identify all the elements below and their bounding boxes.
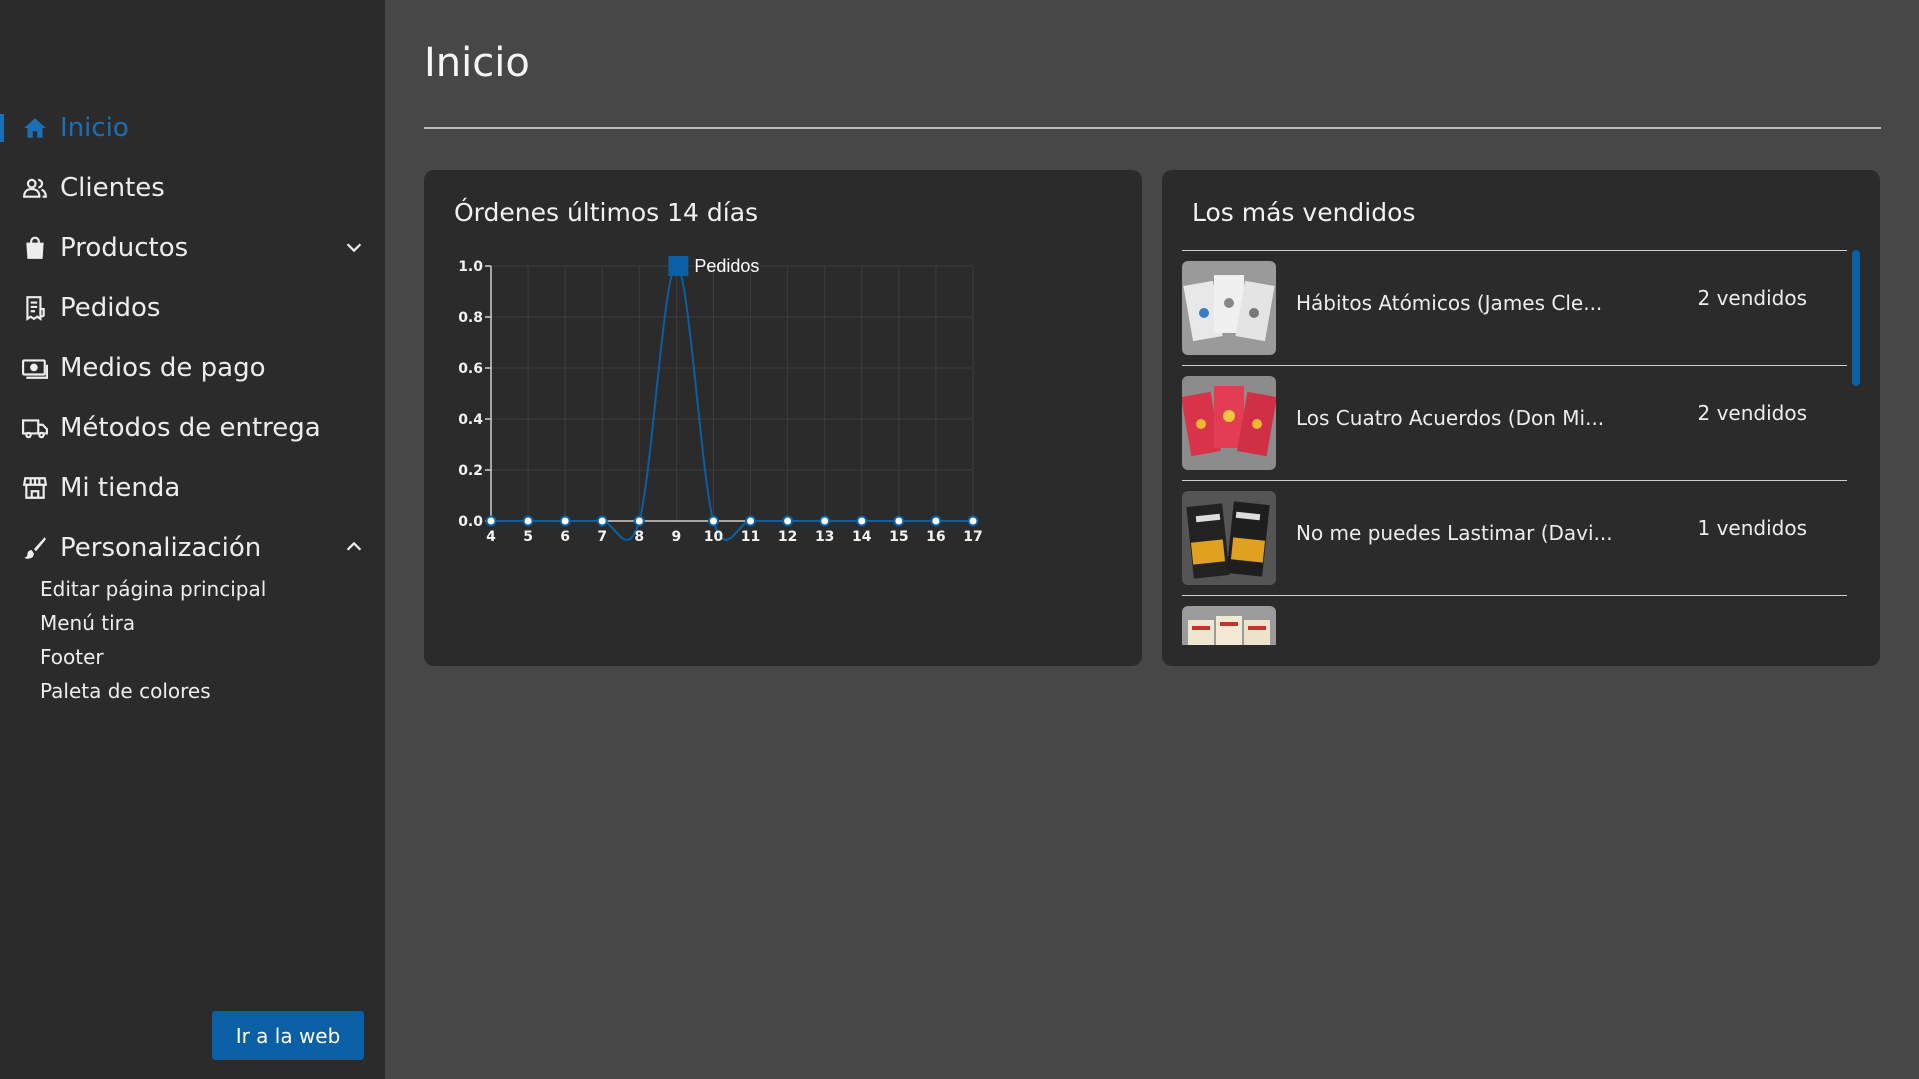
orders-chart-title: Órdenes últimos 14 días: [454, 198, 759, 227]
sidebar-item-mi-tienda[interactable]: Mi tienda: [0, 458, 385, 518]
sidebar-item-clientes[interactable]: Clientes: [0, 158, 385, 218]
x-tick-label: 9: [672, 529, 682, 545]
legend-label: Pedidos: [694, 256, 759, 276]
product-sold-count: 2 vendidos: [1697, 286, 1807, 310]
go-to-web-button[interactable]: Ir a la web: [212, 1011, 364, 1060]
users-icon: [22, 175, 48, 201]
y-tick-label: 0.2: [458, 463, 483, 479]
sidebar: Inicio Clientes Productos Pedidos Medios…: [0, 0, 385, 1079]
y-tick-label: 1.0: [458, 259, 483, 275]
x-tick-label: 13: [815, 529, 834, 545]
sidebar-item-label: Inicio: [60, 113, 129, 143]
orders-line-chart: 0.0 0.2 0.4 0.6 0.8 1.0 4 5 6 7 8 9 10 11 12 13 14 15 16 17…: [458, 256, 983, 545]
product-thumbnail: [1182, 376, 1276, 470]
sidebar-item-personalizacion[interactable]: Personalización: [0, 518, 385, 578]
sidebar-item-pedidos[interactable]: Pedidos: [0, 278, 385, 338]
personalizacion-submenu: Editar página principal Menú tira Footer…: [0, 572, 385, 708]
product-name: Los Cuatro Acuerdos (Don Mi...: [1296, 406, 1605, 430]
list-item[interactable]: [1182, 596, 1847, 645]
x-tick-label: 14: [852, 529, 872, 545]
x-tick-label: 15: [889, 529, 908, 545]
submenu-item-menu-tira[interactable]: Menú tira: [40, 606, 385, 640]
x-tick-label: 6: [560, 529, 570, 545]
product-thumbnail: [1182, 491, 1276, 585]
brush-icon: [22, 535, 48, 561]
x-tick-label: 8: [634, 529, 644, 545]
bestsellers-card: Los más vendidos Hábitos Atómicos (James…: [1162, 170, 1880, 666]
truck-icon: [22, 415, 48, 441]
sidebar-item-label: Clientes: [60, 173, 165, 203]
data-point: [782, 515, 794, 527]
x-tick-label: 4: [486, 529, 496, 545]
y-tick-label: 0.8: [458, 310, 483, 326]
x-tick-label: 5: [523, 529, 533, 545]
y-tick-label: 0.0: [458, 514, 483, 530]
data-point: [596, 515, 608, 527]
x-tick-label: 12: [778, 529, 797, 545]
product-name: Hábitos Atómicos (James Cle...: [1296, 291, 1603, 315]
y-tick-label: 0.4: [458, 412, 483, 428]
sidebar-item-label: Métodos de entrega: [60, 413, 321, 443]
sidebar-item-label: Productos: [60, 233, 189, 263]
bestsellers-list: Hábitos Atómicos (James Cle... 2 vendido…: [1182, 251, 1847, 645]
list-scrollbar[interactable]: [1852, 250, 1860, 386]
sidebar-item-inicio[interactable]: Inicio: [0, 98, 385, 158]
data-point: [967, 515, 979, 527]
home-icon: [22, 115, 48, 141]
sidebar-item-label: Mi tienda: [60, 473, 181, 503]
data-point: [485, 515, 497, 527]
y-tick-label: 0.6: [458, 361, 483, 377]
x-tick-label: 16: [926, 529, 945, 545]
chevron-up-icon[interactable]: [343, 536, 365, 558]
data-point: [819, 515, 831, 527]
legend-swatch: [668, 256, 689, 276]
list-item[interactable]: Los Cuatro Acuerdos (Don Mi... 2 vendido…: [1182, 366, 1847, 481]
sidebar-item-productos[interactable]: Productos: [0, 218, 385, 278]
x-tick-label: 11: [741, 529, 760, 545]
submenu-item-paleta-colores[interactable]: Paleta de colores: [40, 674, 385, 708]
orders-chart-card: Órdenes últimos 14 días 0.0 0.2 0.4 0.6 0.8 1…: [424, 170, 1142, 666]
store-icon: [22, 475, 48, 501]
title-divider: [424, 127, 1881, 129]
x-tick-label: 7: [597, 529, 607, 545]
product-sold-count: 1 vendidos: [1697, 516, 1807, 540]
submenu-item-footer[interactable]: Footer: [40, 640, 385, 674]
chevron-down-icon[interactable]: [343, 236, 365, 258]
data-point: [633, 515, 645, 527]
data-point: [559, 515, 571, 527]
x-tick-label: 17: [963, 529, 982, 545]
data-point: [745, 515, 757, 527]
product-name: No me puedes Lastimar (Davi...: [1296, 521, 1613, 545]
shopping-bag-icon: [22, 235, 48, 261]
data-point: [893, 515, 905, 527]
sidebar-item-label: Medios de pago: [60, 353, 266, 383]
series-line: [490, 264, 973, 541]
sidebar-item-metodos-de-entrega[interactable]: Métodos de entrega: [0, 398, 385, 458]
product-sold-count: 2 vendidos: [1697, 401, 1807, 425]
receipt-icon: [22, 295, 48, 321]
data-point: [856, 515, 868, 527]
sidebar-item-label: Pedidos: [60, 293, 161, 323]
list-item[interactable]: Hábitos Atómicos (James Cle... 2 vendido…: [1182, 251, 1847, 366]
page-title: Inicio: [424, 40, 530, 86]
x-tick-label: 10: [704, 529, 724, 545]
data-point: [707, 515, 719, 527]
sidebar-nav: Inicio Clientes Productos Pedidos Medios…: [0, 98, 385, 708]
sidebar-item-label: Personalización: [60, 533, 262, 563]
product-thumbnail: [1182, 606, 1276, 645]
sidebar-item-medios-de-pago[interactable]: Medios de pago: [0, 338, 385, 398]
data-point: [522, 515, 534, 527]
bestsellers-title: Los más vendidos: [1192, 198, 1416, 227]
list-item[interactable]: No me puedes Lastimar (Davi... 1 vendido…: [1182, 481, 1847, 596]
product-thumbnail: [1182, 261, 1276, 355]
data-point: [930, 515, 942, 527]
money-icon: [22, 355, 48, 381]
